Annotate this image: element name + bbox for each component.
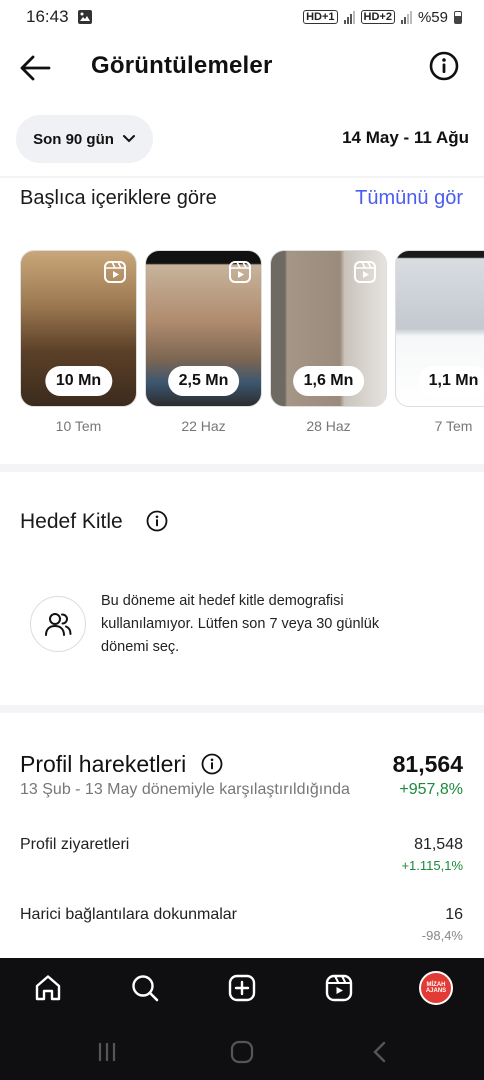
views-pill: 1,6 Mn: [292, 366, 365, 396]
divider: [0, 176, 484, 178]
info-icon[interactable]: [429, 51, 459, 81]
recent-apps-icon[interactable]: [93, 1038, 121, 1066]
network-1-badge: HD+1: [303, 10, 338, 24]
page-header: Görüntülemeler: [0, 40, 484, 96]
audience-info-icon[interactable]: [146, 510, 168, 532]
status-bar: 16:43 HD+1 HD+2 %59: [0, 0, 484, 34]
profile-actions-title: Profil hareketleri: [20, 751, 187, 777]
period-label: Son 90 gün: [33, 130, 114, 148]
page-title: Görüntülemeler: [91, 52, 273, 79]
content-thumbnail[interactable]: 1,6 Mn: [270, 250, 387, 407]
top-content-carousel[interactable]: 10 Mn 2,5 Mn 1,6 Mn 1,1 Mn 10 Tem 22 Haz…: [20, 250, 484, 440]
content-thumbnail[interactable]: 10 Mn: [20, 250, 137, 407]
avatar-text: MİZAH AJANS: [425, 982, 447, 994]
metric-change: +1.115,1%: [401, 858, 463, 873]
status-time: 16:43: [26, 7, 69, 26]
divider: [0, 464, 484, 472]
audience-message: Bu döneme ait hedef kitle demografisi ku…: [101, 593, 380, 655]
battery-percent: %59: [417, 8, 448, 26]
network-2-badge: HD+2: [360, 10, 395, 24]
reels-icon: [354, 261, 376, 283]
reels-icon: [104, 261, 126, 283]
profile-avatar[interactable]: MİZAH AJANS: [419, 971, 453, 1005]
back-button-icon[interactable]: [366, 1038, 394, 1066]
content-date: 7 Tem: [434, 418, 473, 434]
home-icon[interactable]: [33, 973, 63, 1003]
battery-icon: [454, 10, 462, 24]
gallery-notification-icon: [77, 10, 92, 24]
views-pill: 2,5 Mn: [167, 366, 240, 396]
see-all-link[interactable]: Tümünü gör: [355, 187, 463, 210]
audience-title: Hedef Kitle: [20, 510, 123, 533]
people-icon: [45, 613, 72, 636]
period-dropdown[interactable]: Son 90 gün: [16, 115, 153, 163]
content-date: 22 Haz: [181, 418, 226, 434]
views-pill: 1,1 Mn: [417, 366, 484, 396]
bottom-navigation: MİZAH AJANS: [0, 958, 484, 1080]
reels-icon: [229, 261, 251, 283]
content-date: 28 Haz: [306, 418, 351, 434]
create-icon[interactable]: [227, 973, 257, 1003]
metric-label: Profil ziyaretleri: [20, 836, 130, 853]
total-change: +957,8%: [399, 781, 463, 798]
comparison-period: 13 Şub - 13 May dönemiyle karşılaştırıld…: [20, 781, 350, 798]
metric-change: -98,4%: [421, 928, 463, 943]
views-pill: 10 Mn: [44, 366, 113, 396]
search-icon[interactable]: [130, 973, 160, 1003]
signal-2-icon: [400, 10, 412, 24]
home-button-icon[interactable]: [228, 1038, 256, 1066]
metric-label: Harici bağlantılara dokunmalar: [20, 906, 237, 923]
date-range: 14 May - 11 Ağu: [342, 128, 469, 147]
content-thumbnail[interactable]: 1,1 Mn: [395, 250, 484, 407]
content-thumbnail[interactable]: 2,5 Mn: [145, 250, 262, 407]
profile-actions-info-icon[interactable]: [201, 753, 223, 775]
reels-nav-icon[interactable]: [324, 973, 354, 1003]
profile-actions-total: 81,564: [392, 751, 463, 777]
back-arrow-icon[interactable]: [18, 52, 52, 84]
chevron-down-icon: [122, 135, 135, 143]
metric-value: 81,548: [414, 836, 463, 853]
signal-1-icon: [343, 10, 355, 24]
content-date: 10 Tem: [55, 418, 102, 434]
divider: [0, 705, 484, 713]
top-content-title: Başlıca içeriklere göre: [20, 187, 217, 209]
audience-icon-circle: [30, 596, 86, 652]
metric-value: 16: [445, 906, 463, 923]
